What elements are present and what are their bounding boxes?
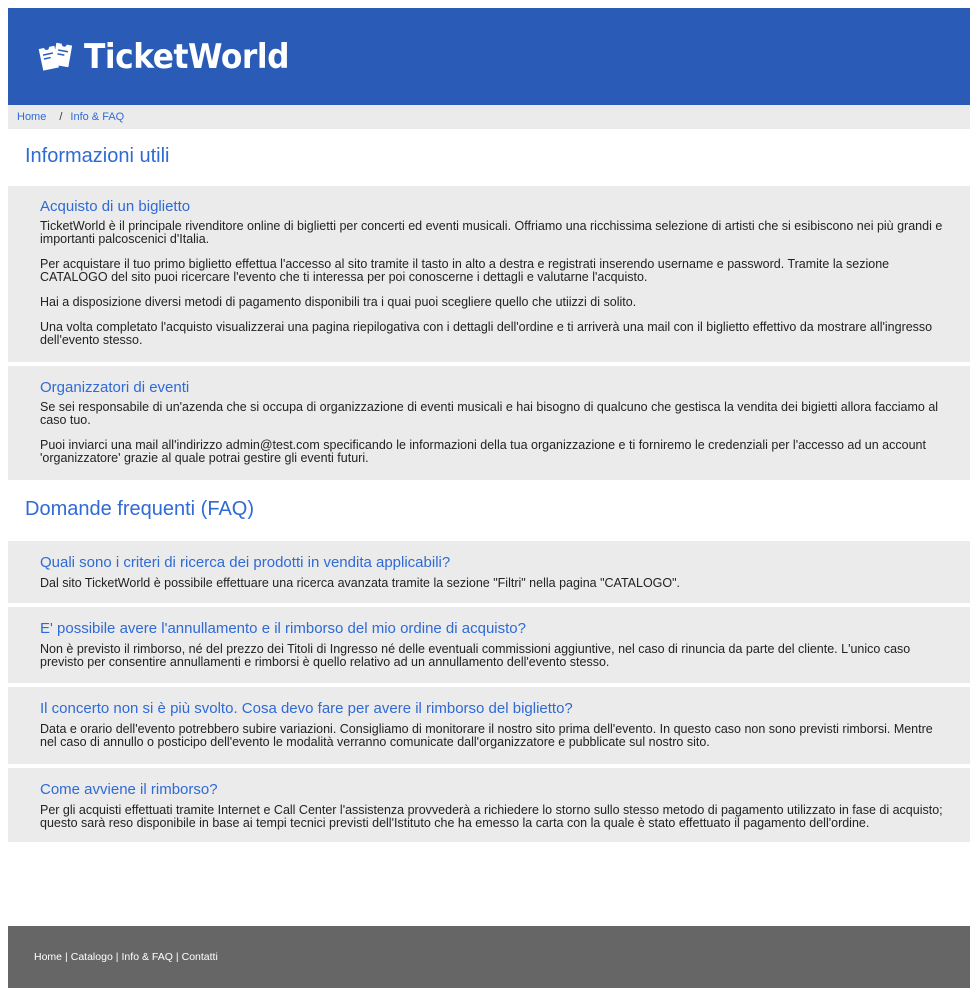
- footer-separator: |: [65, 951, 68, 963]
- footer-link-home[interactable]: Home: [34, 951, 62, 963]
- footer-link-contatti[interactable]: Contatti: [182, 951, 218, 963]
- section-paragraph: TicketWorld è il principale rivenditore …: [40, 219, 943, 246]
- faq-item: E' possibile avere l'annullamento e il r…: [8, 607, 970, 683]
- site-footer: Home | Catalogo | Info & FAQ | Contatti: [8, 926, 970, 988]
- faq-heading: Domande frequenti (FAQ): [25, 498, 254, 520]
- footer-link-info-faq[interactable]: Info & FAQ: [122, 951, 173, 963]
- info-heading: Informazioni utili: [25, 145, 170, 167]
- section-paragraph: Puoi inviarci una mail all'indirizzo adm…: [40, 438, 926, 465]
- faq-answer: Data e orario dell'evento potrebbero sub…: [40, 722, 933, 749]
- info-section-acquisto: Acquisto di un biglietto TicketWorld è i…: [8, 186, 970, 362]
- faq-question: Come avviene il rimborso?: [40, 781, 218, 798]
- breadcrumb: Home / Info & FAQ: [8, 105, 970, 129]
- breadcrumb-separator: /: [59, 111, 63, 123]
- faq-answer: Dal sito TicketWorld è possibile effettu…: [40, 576, 681, 590]
- footer-link-catalogo[interactable]: Catalogo: [71, 951, 113, 963]
- faq-item: Il concerto non si è più svolto. Cosa de…: [8, 687, 970, 764]
- tickets-logo-icon: [38, 41, 73, 71]
- section-paragraph: Per acquistare il tuo primo biglietto ef…: [40, 257, 890, 284]
- footer-separator: |: [115, 951, 119, 963]
- footer-separator: |: [175, 951, 179, 963]
- faq-item: Come avviene il rimborso? Per gli acquis…: [8, 768, 970, 842]
- faq-answer: Per gli acquisti effettuati tramite Inte…: [40, 803, 943, 830]
- site-logo[interactable]: TicketWorld: [84, 37, 290, 77]
- faq-item: Quali sono i criteri di ricerca dei prod…: [8, 541, 970, 603]
- faq-answer: Non è previsto il rimborso, né del prezz…: [40, 642, 911, 669]
- breadcrumb-home-link[interactable]: Home: [17, 111, 46, 123]
- faq-question: E' possibile avere l'annullamento e il r…: [40, 620, 526, 637]
- section-paragraph: Hai a disposizione diversi metodi di pag…: [40, 295, 637, 309]
- info-section-organizzatori: Organizzatori di eventi Se sei responsab…: [8, 366, 970, 480]
- faq-question: Quali sono i criteri di ricerca dei prod…: [40, 554, 451, 571]
- section-title: Acquisto di un biglietto: [40, 198, 191, 215]
- faq-question: Il concerto non si è più svolto. Cosa de…: [40, 700, 573, 717]
- section-paragraph: Una volta completato l'acquisto visualiz…: [40, 320, 933, 347]
- breadcrumb-current-link[interactable]: Info & FAQ: [70, 111, 124, 123]
- section-paragraph: Se sei responsabile di un'azenda che si …: [40, 400, 939, 427]
- section-title: Organizzatori di eventi: [40, 379, 190, 396]
- page: TicketWorld Home / Info & FAQ Informazio…: [0, 0, 978, 1003]
- site-header: TicketWorld: [8, 8, 970, 105]
